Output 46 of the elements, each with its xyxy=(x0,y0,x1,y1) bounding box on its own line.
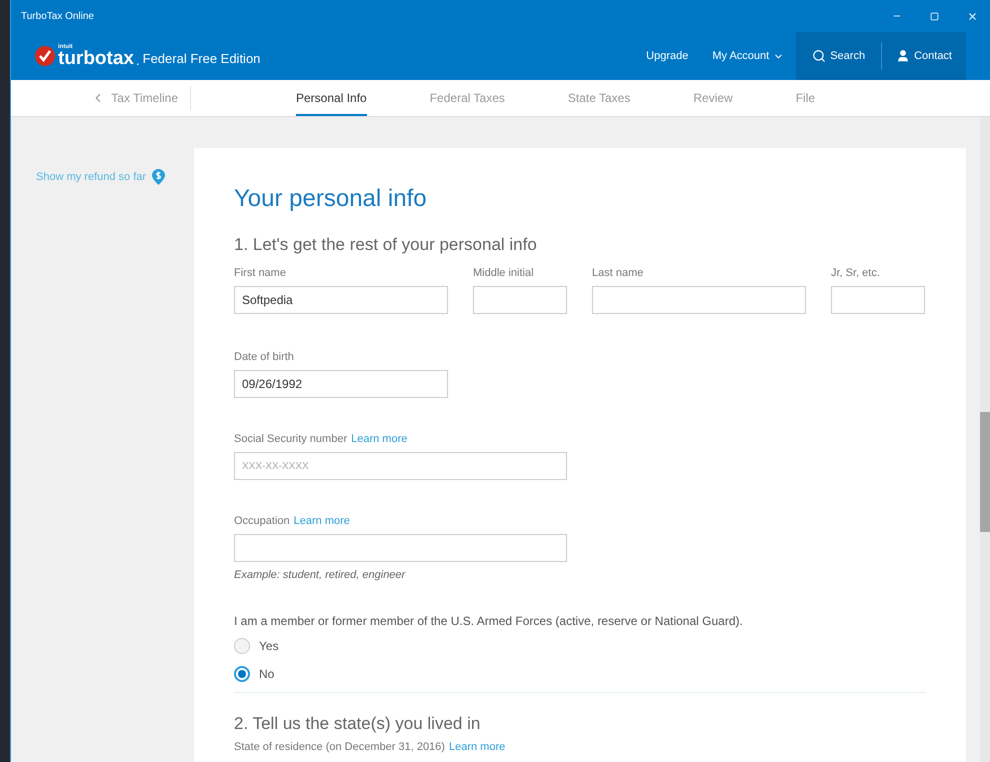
brand-dot: . xyxy=(136,52,140,70)
nav-tab[interactable]: File xyxy=(796,80,816,116)
field-label: Middle initial xyxy=(473,266,534,281)
edition-name: Federal Free Edition xyxy=(142,50,262,68)
search-button[interactable]: Search xyxy=(796,32,882,80)
field-label: First name xyxy=(234,266,286,281)
field-label: Date of birth xyxy=(234,350,294,365)
page-title: Your personal info xyxy=(234,184,428,214)
radio-option[interactable]: Yes xyxy=(234,638,926,654)
nav-tab[interactable]: Review xyxy=(693,80,733,116)
close-icon[interactable] xyxy=(967,10,978,22)
person-icon xyxy=(896,49,910,63)
text-field[interactable] xyxy=(473,286,567,314)
text-field[interactable] xyxy=(592,286,806,314)
brand-name: turbotax xyxy=(58,49,134,68)
field-label: Last name xyxy=(592,266,644,281)
maximize-icon[interactable] xyxy=(930,12,939,20)
search-icon xyxy=(812,49,826,63)
field-label: Social Security number xyxy=(234,432,348,447)
learn-more-link[interactable]: Learn more xyxy=(351,430,408,448)
learn-more-link[interactable]: Learn more xyxy=(294,512,350,530)
radio-option[interactable]: No xyxy=(234,666,926,682)
nav-tab[interactable]: Federal Taxes xyxy=(430,80,505,116)
text-field[interactable]: Softpedia xyxy=(234,286,448,314)
date-field[interactable]: 09/26/1992 xyxy=(234,370,448,398)
section-heading: 1. Let's get the rest of your personal info xyxy=(234,234,538,256)
field-label: Jr, Sr, etc. xyxy=(831,266,880,281)
tax-timeline-back-link[interactable]: Tax Timeline xyxy=(91,89,178,107)
field-label: State of residence (on December 31, 2016) xyxy=(234,740,445,756)
ssn-field[interactable]: XXX-XX-XXXX xyxy=(234,452,567,480)
upgrade-link[interactable]: Upgrade xyxy=(646,48,688,64)
text-field[interactable] xyxy=(831,286,925,314)
question-text: I am a member or former member of the U.S. Armed Forces (active, reserve or National Guard). xyxy=(234,612,744,630)
checkmark-logo-icon xyxy=(35,46,55,66)
occupation-field[interactable] xyxy=(234,534,567,562)
window-title: TurboTax Online xyxy=(21,10,95,24)
learn-more-link[interactable]: Learn more xyxy=(448,739,506,756)
section-heading: 2. Tell us the state(s) you lived in xyxy=(234,712,482,734)
field-label: Occupation xyxy=(234,514,290,529)
field-hint: Example: student, retired, engineer xyxy=(234,568,406,583)
contact-button[interactable]: Contact xyxy=(882,32,966,80)
nav-tab[interactable]: Personal Info xyxy=(296,80,367,116)
scrollbar-thumb[interactable] xyxy=(980,412,990,532)
my-account-link[interactable]: My Account xyxy=(712,48,784,64)
nav-tab[interactable]: State Taxes xyxy=(568,80,630,116)
dollar-pin-icon xyxy=(152,169,166,186)
